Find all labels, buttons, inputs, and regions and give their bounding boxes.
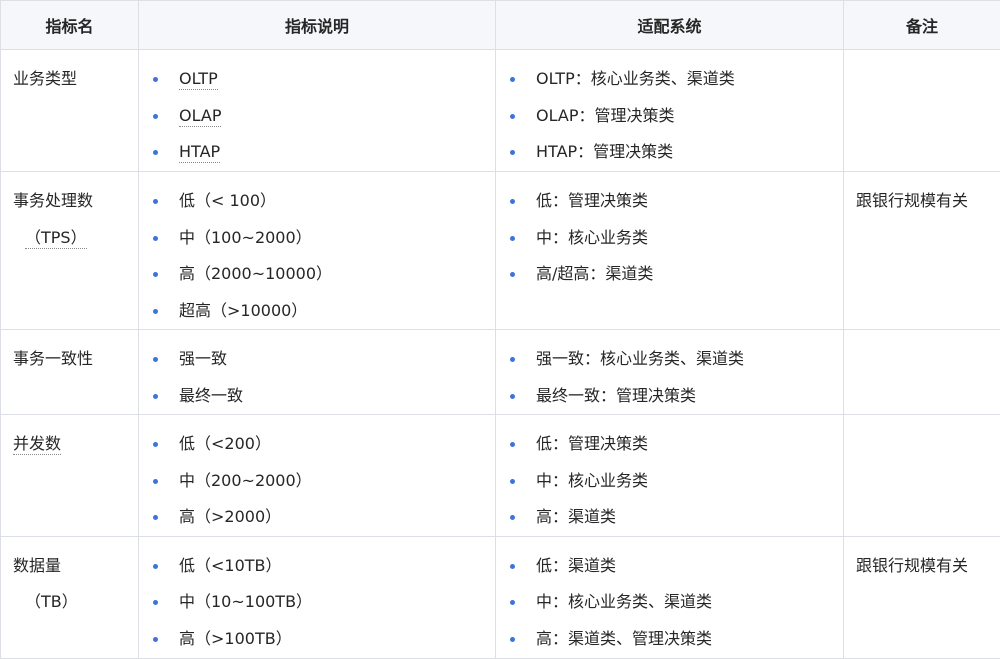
table-row: 事务处理数 （TPS） 低（< 100） 中（100~2000） 高（2000~… (0, 171, 1000, 330)
system-list: 低：管理决策类 中：核心业务类 高/超高：渠道类 (496, 172, 843, 293)
list-item: OLAP：管理决策类 (508, 98, 843, 135)
desc-list: OLTP OLAP HTAP (139, 50, 495, 171)
list-item: OLTP (151, 61, 495, 98)
term-link[interactable]: OLAP (179, 105, 222, 127)
system-list: 强一致：核心业务类、渠道类 最终一致：管理决策类 (496, 330, 843, 414)
list-item: 高/超高：渠道类 (508, 256, 843, 293)
indicator-table: 指标名 指标说明 适配系统 备注 业务类型 OLTP OLAP HTAP OLT… (0, 0, 1000, 659)
desc-list: 低（<10TB） 中（10~100TB） 高（>100TB） (139, 537, 495, 658)
indicator-name: 事务处理数 (13, 191, 94, 210)
system-list: 低：管理决策类 中：核心业务类 高：渠道类 (496, 415, 843, 536)
list-item: 低（< 100） (151, 183, 495, 220)
list-item: 最终一致：管理决策类 (508, 378, 843, 415)
list-item: 高：渠道类、管理决策类 (508, 621, 843, 658)
list-item: 低（<10TB） (151, 548, 495, 585)
table-row: 数据量 （TB） 低（<10TB） 中（10~100TB） 高（>100TB） … (0, 535, 1000, 659)
list-item: HTAP：管理决策类 (508, 134, 843, 171)
indicator-name: 并发数 (13, 434, 62, 455)
desc-list: 低（<200） 中（200~2000） 高（>2000） (139, 415, 495, 536)
list-item: 中（100~2000） (151, 220, 495, 257)
desc-list: 强一致 最终一致 (139, 330, 495, 414)
desc-list: 低（< 100） 中（100~2000） 高（2000~10000） 超高（>1… (139, 172, 495, 329)
system-list: OLTP：核心业务类、渠道类 OLAP：管理决策类 HTAP：管理决策类 (496, 50, 843, 171)
list-item: 中：核心业务类 (508, 220, 843, 257)
list-item: OLAP (151, 98, 495, 135)
indicator-name: 业务类型 (13, 69, 78, 88)
list-item: 超高（>10000） (151, 293, 495, 330)
list-item: 高（>2000） (151, 499, 495, 536)
remark (844, 330, 1000, 341)
list-item: 低：渠道类 (508, 548, 843, 585)
header-adapted-system: 适配系统 (495, 0, 844, 50)
list-item: 低（<200） (151, 426, 495, 463)
header-indicator-name: 指标名 (0, 0, 139, 50)
list-item: 中：核心业务类 (508, 463, 843, 500)
table-row: 并发数 低（<200） 中（200~2000） 高（>2000） 低：管理决策类… (0, 414, 1000, 537)
term-link[interactable]: HTAP (179, 142, 221, 163)
table-row: 业务类型 OLTP OLAP HTAP OLTP：核心业务类、渠道类 OLAP：… (0, 49, 1000, 172)
indicator-unit: （TB） (25, 592, 78, 611)
indicator-unit: （TPS） (25, 227, 87, 249)
remark: 跟银行规模有关 (856, 555, 969, 575)
list-item: HTAP (151, 134, 495, 171)
table-header-row: 指标名 指标说明 适配系统 备注 (0, 0, 1000, 50)
list-item: 中：核心业务类、渠道类 (508, 584, 843, 621)
remark (844, 50, 1000, 61)
table-row: 事务一致性 强一致 最终一致 强一致：核心业务类、渠道类 最终一致：管理决策类 (0, 329, 1000, 415)
remark: 跟银行规模有关 (856, 191, 969, 210)
system-list: 低：渠道类 中：核心业务类、渠道类 高：渠道类、管理决策类 (496, 537, 843, 658)
header-indicator-desc: 指标说明 (138, 0, 496, 50)
list-item: 高（2000~10000） (151, 256, 495, 293)
list-item: 最终一致 (151, 378, 495, 415)
list-item: 高：渠道类 (508, 499, 843, 536)
list-item: OLTP：核心业务类、渠道类 (508, 61, 843, 98)
remark (844, 415, 1000, 426)
list-item: 强一致 (151, 341, 495, 378)
list-item: 高（>100TB） (151, 621, 495, 658)
indicator-name: 数据量 (13, 555, 62, 575)
list-item: 低：管理决策类 (508, 426, 843, 463)
indicator-name: 事务一致性 (13, 349, 94, 368)
list-item: 中（200~2000） (151, 463, 495, 500)
term-link[interactable]: OLTP (179, 69, 218, 90)
header-remark: 备注 (843, 0, 1000, 50)
list-item: 低：管理决策类 (508, 183, 843, 220)
list-item: 强一致：核心业务类、渠道类 (508, 341, 843, 378)
list-item: 中（10~100TB） (151, 584, 495, 621)
